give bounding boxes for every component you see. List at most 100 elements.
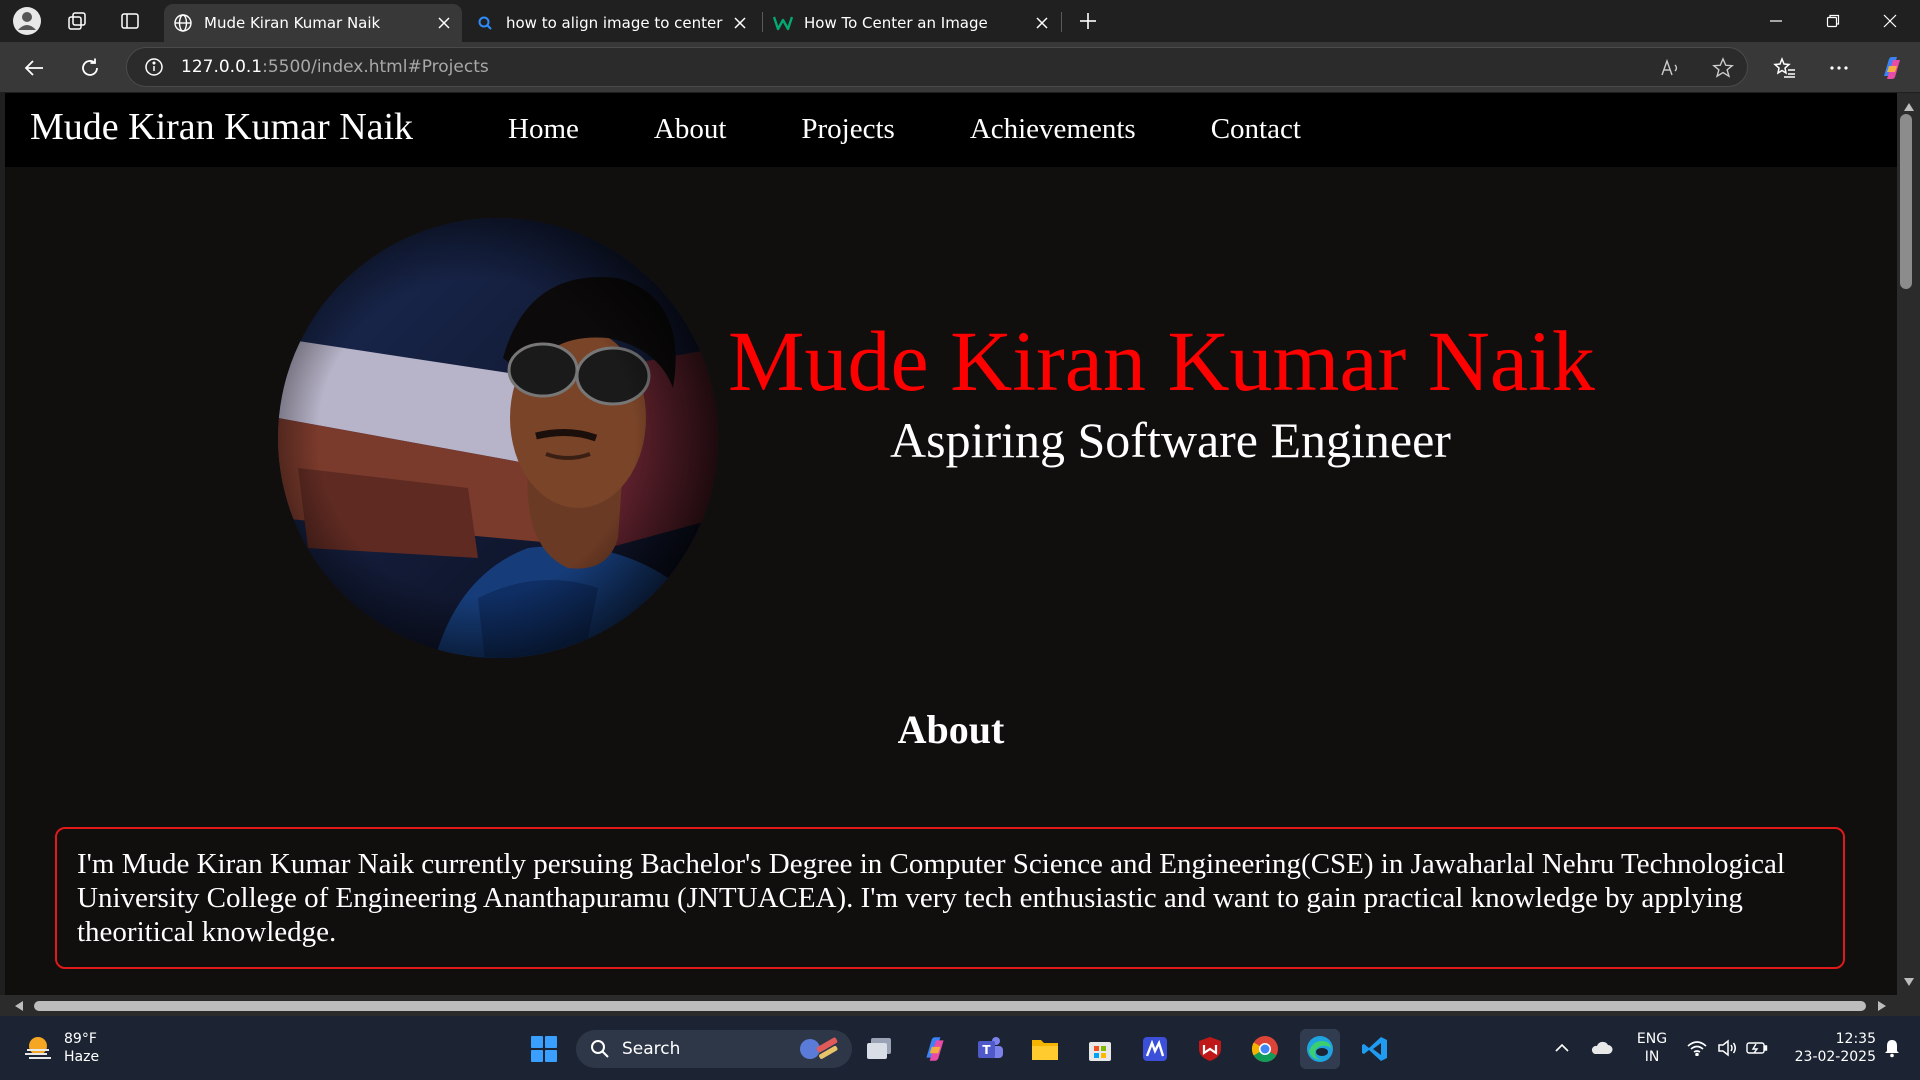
taskbar-mathway-app[interactable] bbox=[1135, 1029, 1175, 1069]
taskbar-search[interactable]: Search bbox=[576, 1030, 852, 1068]
close-tab-icon[interactable] bbox=[726, 9, 754, 37]
search-icon bbox=[591, 1040, 609, 1058]
nav-link-about[interactable]: About bbox=[654, 113, 727, 146]
hero-name: Mude Kiran Kumar Naik bbox=[728, 313, 1595, 409]
url-host: 127.0.0.1 bbox=[181, 57, 263, 77]
system-clock[interactable]: 12:35 23-02-2025 bbox=[1780, 1016, 1876, 1080]
url-text: 127.0.0.1:5500/index.html#Projects bbox=[181, 57, 489, 77]
taskbar-file-explorer[interactable] bbox=[1025, 1029, 1065, 1069]
ellipsis-icon bbox=[1830, 66, 1848, 70]
globe-icon bbox=[172, 12, 194, 34]
favorites-list-icon bbox=[1773, 56, 1795, 78]
chrome-icon bbox=[1251, 1036, 1278, 1062]
nav-link-achievements[interactable]: Achievements bbox=[970, 113, 1136, 146]
taskbar-edge[interactable] bbox=[1300, 1029, 1340, 1069]
weather-condition: Haze bbox=[64, 1049, 100, 1065]
tab-bing-search[interactable]: how to align image to center - Se bbox=[466, 4, 758, 42]
vscode-icon bbox=[1362, 1037, 1387, 1061]
nav-link-contact[interactable]: Contact bbox=[1211, 113, 1301, 146]
onedrive-tray-icon[interactable] bbox=[1587, 1016, 1615, 1080]
minimize-button[interactable] bbox=[1748, 0, 1804, 42]
teams-icon: T bbox=[978, 1037, 1003, 1058]
about-heading: About bbox=[897, 707, 1005, 752]
new-tab-button[interactable] bbox=[1072, 5, 1104, 37]
vertical-scroll-thumb[interactable] bbox=[1900, 114, 1912, 289]
page-viewport: Mude Kiran Kumar Naik Home About Project… bbox=[5, 93, 1897, 995]
store-icon bbox=[1089, 1042, 1111, 1061]
language-region: IN bbox=[1644, 1049, 1660, 1065]
taskbar-store[interactable] bbox=[1080, 1029, 1120, 1069]
notification-bell-icon bbox=[1885, 1040, 1899, 1058]
workspaces-icon bbox=[68, 12, 86, 30]
read-aloud-icon[interactable] bbox=[1657, 54, 1685, 82]
svg-text:T: T bbox=[982, 1043, 991, 1057]
chevron-up-icon bbox=[1555, 1043, 1569, 1052]
notifications-button[interactable] bbox=[1878, 1016, 1906, 1080]
refresh-icon bbox=[82, 58, 98, 76]
wifi-icon bbox=[1687, 1041, 1707, 1056]
start-button[interactable] bbox=[524, 1029, 564, 1069]
show-hidden-icons-button[interactable] bbox=[1550, 1016, 1574, 1080]
volume-tray-icon[interactable] bbox=[1714, 1016, 1740, 1080]
language-indicator[interactable]: ENG IN bbox=[1630, 1016, 1674, 1080]
restore-button[interactable] bbox=[1805, 0, 1861, 42]
weather-widget[interactable]: 89°F Haze bbox=[22, 1030, 99, 1066]
scroll-up-arrow-icon[interactable] bbox=[1902, 100, 1916, 114]
taskbar-mcafee[interactable] bbox=[1190, 1029, 1230, 1069]
tab-mude-kiran[interactable]: Mude Kiran Kumar Naik bbox=[164, 4, 462, 42]
tab-title: Mude Kiran Kumar Naik bbox=[204, 14, 381, 32]
tab-separator bbox=[762, 12, 763, 32]
address-bar[interactable]: 127.0.0.1:5500/index.html#Projects bbox=[126, 47, 1748, 87]
horizontal-scroll-thumb[interactable] bbox=[34, 1001, 1866, 1011]
tab-title: how to align image to center - Se bbox=[506, 14, 726, 32]
taskbar-copilot[interactable] bbox=[915, 1029, 955, 1069]
taskbar-task-view[interactable] bbox=[860, 1029, 900, 1069]
close-window-button[interactable] bbox=[1862, 0, 1918, 42]
mcafee-shield-icon bbox=[1199, 1037, 1221, 1061]
clock-date: 23-02-2025 bbox=[1794, 1049, 1876, 1065]
hero-subtitle: Aspiring Software Engineer bbox=[890, 412, 1451, 468]
profile-icon bbox=[13, 7, 41, 35]
w3schools-icon bbox=[772, 12, 794, 34]
taskbar-teams[interactable]: T bbox=[970, 1029, 1010, 1069]
clock-time: 12:35 bbox=[1835, 1031, 1876, 1047]
site-brand[interactable]: Mude Kiran Kumar Naik bbox=[30, 105, 413, 149]
back-button[interactable] bbox=[16, 50, 52, 86]
language-code: ENG bbox=[1636, 1031, 1668, 1047]
taskbar-vscode[interactable] bbox=[1355, 1029, 1395, 1069]
battery-tray-icon[interactable] bbox=[1744, 1016, 1770, 1080]
site-navbar: Mude Kiran Kumar Naik Home About Project… bbox=[5, 93, 1897, 167]
windows-taskbar: 89°F Haze Search T ENG IN 12:35 23-02-20… bbox=[0, 1016, 1920, 1080]
close-tab-icon[interactable] bbox=[430, 9, 458, 37]
wifi-tray-icon[interactable] bbox=[1684, 1016, 1710, 1080]
site-nav-links: Home About Projects Achievements Contact bbox=[508, 113, 1376, 146]
close-tab-icon[interactable] bbox=[1028, 9, 1056, 37]
nav-link-home[interactable]: Home bbox=[508, 113, 579, 146]
profile-avatar-button[interactable] bbox=[11, 5, 43, 37]
tab-actions-icon bbox=[121, 13, 139, 29]
tab-w3schools[interactable]: How To Center an Image bbox=[764, 4, 1060, 42]
taskbar-chrome[interactable] bbox=[1245, 1029, 1285, 1069]
scroll-right-arrow-icon[interactable] bbox=[1875, 999, 1889, 1013]
weather-temp: 89°F bbox=[64, 1031, 97, 1047]
close-icon bbox=[1883, 14, 1897, 28]
about-text-box: I'm Mude Kiran Kumar Naik currently pers… bbox=[55, 827, 1845, 969]
workspaces-button[interactable] bbox=[61, 5, 93, 37]
copilot-button[interactable] bbox=[1874, 50, 1910, 86]
more-options-button[interactable] bbox=[1821, 50, 1857, 86]
scroll-left-arrow-icon[interactable] bbox=[12, 999, 26, 1013]
browser-toolbar: 127.0.0.1:5500/index.html#Projects bbox=[0, 42, 1920, 92]
back-arrow-icon bbox=[24, 60, 43, 76]
favorite-star-icon[interactable] bbox=[1709, 54, 1737, 82]
site-info-icon[interactable] bbox=[141, 54, 167, 80]
weather-text: 89°F Haze bbox=[64, 1030, 99, 1066]
url-path: :5500/index.html#Projects bbox=[262, 57, 489, 77]
favorites-button[interactable] bbox=[1767, 50, 1803, 86]
cloud-icon bbox=[1591, 1041, 1613, 1054]
nav-link-projects[interactable]: Projects bbox=[801, 113, 894, 146]
vertical-tabs-button[interactable] bbox=[114, 5, 146, 37]
speaker-icon bbox=[1718, 1039, 1736, 1057]
refresh-button[interactable] bbox=[72, 50, 108, 86]
haze-sun-icon bbox=[25, 1037, 51, 1059]
scroll-down-arrow-icon[interactable] bbox=[1902, 975, 1916, 989]
